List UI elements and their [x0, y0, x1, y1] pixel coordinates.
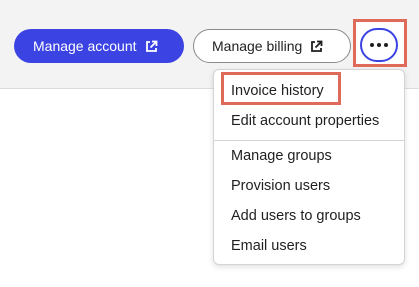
menu-item-add-users-to-groups[interactable]: Add users to groups: [231, 207, 361, 225]
manage-account-label: Manage account: [33, 38, 137, 54]
menu-divider: [214, 140, 404, 141]
more-options-button[interactable]: [360, 28, 398, 62]
menu-item-provision-users[interactable]: Provision users: [231, 177, 330, 195]
external-link-icon: [145, 40, 158, 53]
ellipsis-icon: [370, 43, 374, 47]
invoice-history-highlight: [221, 72, 341, 105]
menu-item-manage-groups[interactable]: Manage groups: [231, 147, 332, 165]
menu-item-edit-account-properties[interactable]: Edit account properties: [231, 112, 379, 130]
menu-item-email-users[interactable]: Email users: [231, 237, 307, 255]
external-link-icon: [310, 40, 323, 53]
manage-billing-label: Manage billing: [212, 38, 303, 54]
manage-account-button[interactable]: Manage account: [14, 29, 184, 63]
manage-billing-button[interactable]: Manage billing: [193, 29, 351, 63]
